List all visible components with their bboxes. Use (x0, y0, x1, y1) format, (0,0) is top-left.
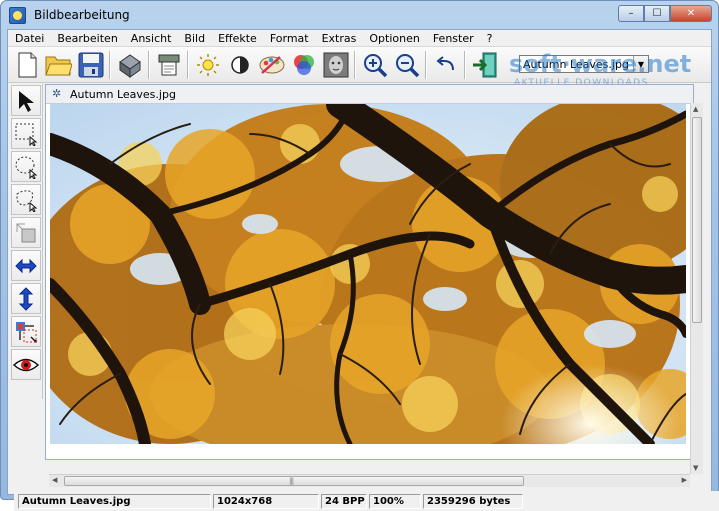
status-filename: Autumn Leaves.jpg (18, 493, 211, 509)
horizontal-scrollbar[interactable]: ◀ ||| ▶ (49, 474, 690, 487)
scroll-down-icon[interactable]: ▼ (693, 464, 698, 472)
window-title: Bildbearbeitung (34, 8, 130, 22)
toolbox (10, 84, 43, 399)
status-color-depth: 24 BPP (321, 493, 367, 509)
rect-select-icon[interactable] (11, 118, 41, 149)
rgb-color-icon[interactable] (289, 50, 318, 79)
undo-icon[interactable] (431, 50, 460, 79)
flip-vertical-icon[interactable] (11, 283, 41, 314)
open-folder-icon[interactable] (44, 50, 73, 79)
toolbar-separator (109, 50, 111, 79)
menu-fenster[interactable]: Fenster (426, 32, 480, 45)
save-disk-icon[interactable] (76, 50, 105, 79)
new-file-icon[interactable] (12, 50, 41, 79)
status-bar: Autumn Leaves.jpg 1024x768 24 BPP 100% 2… (14, 491, 719, 511)
title-bar[interactable]: Bildbearbeitung – ☐ ✕ (1, 1, 718, 29)
ellipse-select-icon[interactable] (11, 151, 41, 182)
app-window: Bildbearbeitung – ☐ ✕ Datei Bearbeiten A… (0, 0, 719, 511)
document-title: Autumn Leaves.jpg (70, 87, 176, 101)
maximize-button[interactable]: ☐ (644, 5, 670, 22)
vertical-scroll-thumb[interactable] (692, 117, 702, 323)
scroll-up-icon[interactable]: ▲ (693, 105, 698, 113)
toolbar-separator (354, 50, 356, 79)
file-select[interactable]: Autumn Leaves.jpg ▼ (519, 55, 649, 73)
image-canvas[interactable] (50, 104, 686, 444)
toolbar-separator (187, 50, 189, 79)
menu-datei[interactable]: Datei (8, 32, 50, 45)
scan-icon[interactable] (115, 50, 144, 79)
status-zoom: 100% (369, 493, 421, 509)
menu-bearbeiten[interactable]: Bearbeiten (50, 32, 123, 45)
scroll-left-icon[interactable]: ◀ (52, 476, 57, 484)
toolbar-separator (425, 50, 427, 79)
menu-bild[interactable]: Bild (177, 32, 211, 45)
lasso-select-icon[interactable] (11, 184, 41, 215)
menu-format[interactable]: Format (263, 32, 315, 45)
exit-icon[interactable] (470, 50, 499, 79)
file-select-value: Autumn Leaves.jpg (523, 57, 629, 71)
chevron-down-icon[interactable]: ▼ (633, 56, 648, 72)
zoom-out-icon[interactable] (392, 50, 421, 79)
menu-bar: Datei Bearbeiten Ansicht Bild Effekte Fo… (8, 30, 711, 47)
document-title-bar[interactable]: ✲ Autumn Leaves.jpg (46, 85, 693, 104)
app-icon (9, 6, 26, 24)
document-icon: ✲ (52, 87, 62, 100)
grayscale-face-icon[interactable] (321, 50, 350, 79)
horizontal-scroll-thumb[interactable] (64, 476, 524, 486)
menu-extras[interactable]: Extras (315, 32, 363, 45)
toolbar-separator (148, 50, 150, 79)
menu-optionen[interactable]: Optionen (362, 32, 425, 45)
close-button[interactable]: ✕ (670, 5, 712, 22)
contrast-icon[interactable] (225, 50, 254, 79)
scroll-grip-icon: ||| (289, 477, 294, 485)
document-window: ✲ Autumn Leaves.jpg (45, 84, 694, 460)
red-eye-icon[interactable] (11, 349, 41, 380)
client-area: Datei Bearbeiten Ansicht Bild Effekte Fo… (7, 29, 719, 511)
resize-icon[interactable] (11, 316, 41, 347)
flip-horizontal-icon[interactable] (11, 250, 41, 281)
brightness-icon[interactable] (193, 50, 222, 79)
menu-help[interactable]: ? (480, 32, 499, 45)
status-file-size: 2359296 bytes (423, 493, 523, 509)
copy-area-icon[interactable] (11, 217, 41, 248)
vertical-scrollbar[interactable]: ▲ ▼ (690, 103, 703, 474)
menu-ansicht[interactable]: Ansicht (124, 32, 178, 45)
arrow-select-icon[interactable] (11, 85, 41, 116)
scroll-right-icon[interactable]: ▶ (682, 476, 687, 484)
minimize-button[interactable]: – (618, 5, 644, 22)
print-icon[interactable] (154, 50, 183, 79)
toolbar-separator (464, 50, 466, 79)
zoom-in-icon[interactable] (360, 50, 389, 79)
palette-icon[interactable] (257, 50, 286, 79)
menu-effekte[interactable]: Effekte (211, 32, 263, 45)
status-dimensions: 1024x768 (213, 493, 319, 509)
